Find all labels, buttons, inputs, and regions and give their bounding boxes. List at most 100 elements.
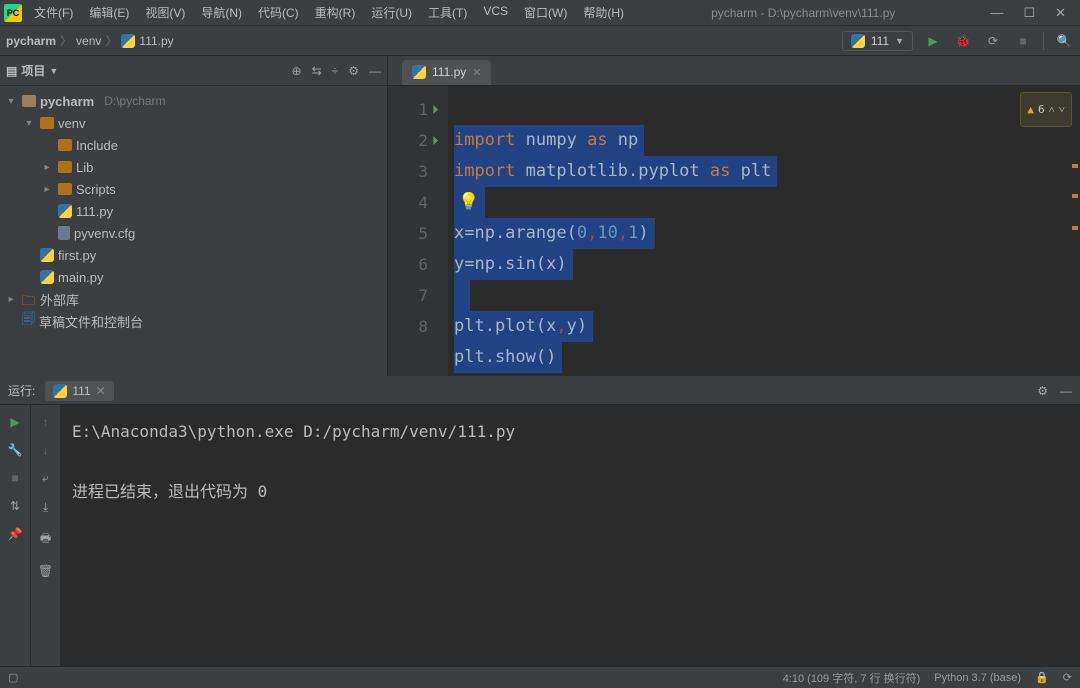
editor-tab-111[interactable]: 111.py ✕ bbox=[402, 60, 491, 85]
pin-button[interactable]: 📌 bbox=[8, 527, 23, 541]
tree-file-pyvenv[interactable]: pyvenv.cfg bbox=[0, 222, 387, 244]
tree-project-root[interactable]: ▾ pycharm D:\pycharm bbox=[0, 90, 387, 112]
nav-prev-icon[interactable]: ˄ bbox=[1049, 94, 1055, 125]
status-caret-position[interactable]: 4:10 (109 字符, 7 行 换行符) bbox=[783, 670, 921, 686]
maximize-button[interactable]: ☐ bbox=[1023, 5, 1035, 21]
menu-file[interactable]: 文件(F) bbox=[28, 0, 79, 25]
nav-next-icon[interactable]: ˅ bbox=[1059, 94, 1065, 125]
code-token: 1 bbox=[628, 223, 638, 243]
clear-button[interactable]: 🗑 bbox=[38, 564, 53, 578]
settings-button[interactable]: ⚙ bbox=[1037, 384, 1048, 398]
tree-label: pycharm bbox=[40, 94, 94, 109]
chevron-down-icon[interactable]: ▼ bbox=[49, 66, 58, 76]
python-file-icon bbox=[53, 384, 67, 398]
run-tool-window: 运行: 111 ✕ ⚙ — ▶ 🔧 ■ ⇅ 📌 ↑ ↓ ⤶ ⤓ 🖶 🗑 E:\A… bbox=[0, 376, 1080, 666]
inspection-badge[interactable]: ▲ 6 ˄ ˅ bbox=[1020, 92, 1072, 127]
minimize-button[interactable]: — bbox=[990, 5, 1003, 21]
warning-icon: ▲ bbox=[1027, 94, 1034, 125]
run-tab[interactable]: 111 ✕ bbox=[45, 381, 113, 401]
collapse-all-button[interactable]: ÷ bbox=[332, 64, 339, 78]
layout-button[interactable]: ⇅ bbox=[10, 499, 20, 513]
stop-button[interactable]: ■ bbox=[1013, 31, 1033, 51]
tree-label: pyvenv.cfg bbox=[74, 226, 135, 241]
file-icon bbox=[58, 226, 70, 240]
tree-external-libs[interactable]: ▸ 🗀 外部库 bbox=[0, 288, 387, 310]
rerun-button[interactable]: ▶ bbox=[10, 415, 19, 429]
tree-lib[interactable]: ▸ Lib bbox=[0, 156, 387, 178]
run-config-selector[interactable]: 111 ▼ bbox=[842, 31, 913, 51]
warning-count: 6 bbox=[1038, 94, 1045, 125]
close-tab-button[interactable]: ✕ bbox=[96, 384, 106, 398]
down-stack-button[interactable]: ↓ bbox=[43, 443, 49, 457]
tree-scripts[interactable]: ▸ Scripts bbox=[0, 178, 387, 200]
menu-view[interactable]: 视图(V) bbox=[139, 0, 191, 25]
project-tool-window: ▤ 项目 ▼ ⊕ ⇆ ÷ ⚙ — ▾ pycharm D:\pycharm ▾ bbox=[0, 56, 388, 376]
gutter-run-icon[interactable]: ⏵ bbox=[432, 95, 439, 126]
breadcrumb-venv[interactable]: venv bbox=[76, 34, 101, 48]
menu-code[interactable]: 代码(C) bbox=[252, 0, 305, 25]
search-everywhere-button[interactable]: 🔍 bbox=[1054, 31, 1074, 51]
scroll-to-end-button[interactable]: ⤓ bbox=[43, 500, 48, 515]
menu-run[interactable]: 运行(U) bbox=[365, 0, 418, 25]
window-title: pycharm - D:\pycharm\venv\111.py bbox=[630, 6, 976, 20]
stop-button[interactable]: ■ bbox=[11, 471, 18, 485]
gutter-run-icon[interactable]: ⏵ bbox=[432, 126, 439, 157]
debug-button[interactable]: 🐞 bbox=[953, 31, 973, 51]
tree-label: first.py bbox=[58, 248, 96, 263]
code-token: , bbox=[587, 223, 597, 243]
lock-icon[interactable]: 🔒 bbox=[1035, 671, 1049, 684]
status-interpreter[interactable]: Python 3.7 (base) bbox=[934, 672, 1021, 684]
tree-label: main.py bbox=[58, 270, 104, 285]
code-editor[interactable]: 12345678 ⏵ ⏵ import numpy as np import m… bbox=[388, 86, 1080, 376]
up-stack-button[interactable]: ↑ bbox=[43, 415, 49, 429]
console-output[interactable]: E:\Anaconda3\python.exe D:/pycharm/venv/… bbox=[60, 405, 1080, 666]
soft-wrap-button[interactable]: ⤶ bbox=[42, 471, 49, 486]
menu-navigate[interactable]: 导航(N) bbox=[195, 0, 248, 25]
navigation-bar: pycharm 〉 venv 〉 111.py 111 ▼ ▶ 🐞 ⟳ ■ 🔍 bbox=[0, 26, 1080, 56]
run-with-coverage-button[interactable]: ⟳ bbox=[983, 31, 1003, 51]
locate-button[interactable]: ⊕ bbox=[292, 64, 302, 78]
editor-area: 111.py ✕ 12345678 ⏵ ⏵ import numpy as np… bbox=[388, 56, 1080, 376]
tree-venv[interactable]: ▾ venv bbox=[0, 112, 387, 134]
python-file-icon bbox=[121, 34, 135, 48]
menu-help[interactable]: 帮助(H) bbox=[577, 0, 630, 25]
close-button[interactable]: ✕ bbox=[1055, 5, 1066, 21]
title-bar: PC 文件(F) 编辑(E) 视图(V) 导航(N) 代码(C) 重构(R) 运… bbox=[0, 0, 1080, 26]
menu-edit[interactable]: 编辑(E) bbox=[83, 0, 135, 25]
expand-all-button[interactable]: ⇆ bbox=[312, 64, 322, 78]
folder-icon bbox=[58, 161, 72, 173]
menu-tools[interactable]: 工具(T) bbox=[422, 0, 473, 25]
scratch-icon: 🗐 bbox=[22, 310, 35, 332]
close-tab-button[interactable]: ✕ bbox=[472, 66, 481, 79]
editor-tab-label: 111.py bbox=[432, 65, 466, 79]
breadcrumb-root[interactable]: pycharm bbox=[6, 34, 56, 48]
pycharm-logo-icon: PC bbox=[4, 4, 22, 22]
status-indicator-icon[interactable]: ⟳ bbox=[1063, 671, 1072, 684]
tree-include[interactable]: Include bbox=[0, 134, 387, 156]
code-token: , bbox=[556, 316, 566, 336]
menu-window[interactable]: 窗口(W) bbox=[518, 0, 573, 25]
menu-refactor[interactable]: 重构(R) bbox=[309, 0, 362, 25]
tree-path: D:\pycharm bbox=[104, 94, 165, 108]
tree-label: Scripts bbox=[76, 182, 116, 197]
tree-scratches[interactable]: 🗐 草稿文件和控制台 bbox=[0, 310, 387, 332]
code-token: y) bbox=[567, 316, 587, 336]
error-stripe-mark[interactable] bbox=[1072, 226, 1078, 230]
code-token: , bbox=[618, 223, 628, 243]
settings-button[interactable]: ⚙ bbox=[348, 64, 359, 78]
show-tool-windows-button[interactable]: ▢ bbox=[8, 671, 18, 684]
tree-file-111[interactable]: 111.py bbox=[0, 200, 387, 222]
intention-bulb-icon[interactable]: 💡 bbox=[458, 192, 479, 212]
error-stripe-mark[interactable] bbox=[1072, 164, 1078, 168]
menu-vcs[interactable]: VCS bbox=[477, 0, 514, 25]
print-button[interactable]: 🖶 bbox=[40, 529, 51, 550]
tree-file-first[interactable]: first.py bbox=[0, 244, 387, 266]
breadcrumb-file[interactable]: 111.py bbox=[139, 34, 173, 48]
modify-run-button[interactable]: 🔧 bbox=[8, 443, 23, 457]
hide-panel-button[interactable]: — bbox=[369, 64, 381, 78]
code-token: np bbox=[608, 130, 639, 150]
error-stripe-mark[interactable] bbox=[1072, 194, 1078, 198]
hide-panel-button[interactable]: — bbox=[1060, 384, 1072, 398]
run-button[interactable]: ▶ bbox=[923, 31, 943, 51]
tree-file-main[interactable]: main.py bbox=[0, 266, 387, 288]
